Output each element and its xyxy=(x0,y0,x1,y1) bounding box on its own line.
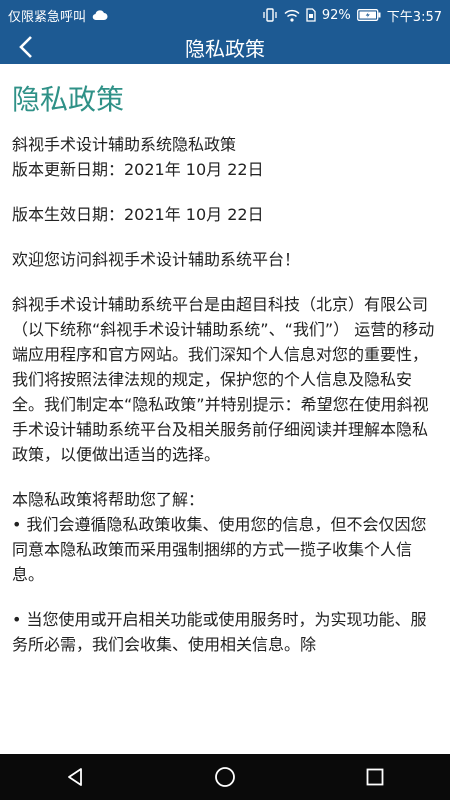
policy-heading: 隐私政策 xyxy=(12,83,125,116)
policy-meta-line1: 斜视手术设计辅助系统隐私政策 xyxy=(12,135,237,154)
battery-text: 92% xyxy=(321,7,351,23)
carrier-text: 仅限紧急呼叫 xyxy=(8,9,87,25)
policy-bullet-1: • 我们会遵循隐私政策收集、使用您的信息，但不会仅因您同意本隐私政策而采用强制捆… xyxy=(12,515,427,584)
sim-icon xyxy=(306,8,316,22)
system-recents-button[interactable] xyxy=(345,754,405,800)
cloud-icon xyxy=(92,9,108,21)
policy-meta-line2: 版本更新日期：2021年 10月 22日 xyxy=(12,160,264,179)
home-circle-icon xyxy=(214,766,236,788)
clock-time: 下午3:57 xyxy=(386,9,442,25)
policy-bullet-2: • 当您使用或开启相关功能或使用服务时，为实现功能、服务所必需，我们会收集、使用… xyxy=(12,610,427,654)
policy-content[interactable]: 隐私政策 斜视手术设计辅助系统隐私政策 版本更新日期：2021年 10月 22日… xyxy=(0,64,450,754)
system-nav-bar xyxy=(0,754,450,800)
policy-intro: 斜视手术设计辅助系统平台是由超目科技（北京）有限公司（以下统称“斜视手术设计辅助… xyxy=(12,295,435,464)
page-title: 隐私政策 xyxy=(185,36,265,61)
status-left: 仅限紧急呼叫 xyxy=(8,6,108,25)
policy-summary-label: 本隐私政策将帮助您了解： xyxy=(12,490,205,509)
vibrate-icon xyxy=(262,8,278,22)
policy-welcome: 欢迎您访问斜视手术设计辅助系统平台！ xyxy=(12,250,301,269)
policy-effective-date: 版本生效日期：2021年 10月 22日 xyxy=(12,205,264,224)
wifi-icon xyxy=(284,9,300,22)
back-triangle-icon xyxy=(65,767,85,787)
battery-icon xyxy=(356,9,381,21)
status-right: 92% 下午3:57 xyxy=(262,6,442,25)
app-header: 隐私政策 xyxy=(0,30,450,64)
system-back-button[interactable] xyxy=(45,754,105,800)
status-bar: 仅限紧急呼叫 92% 下午3:57 xyxy=(0,0,450,30)
system-home-button[interactable] xyxy=(195,754,255,800)
recents-square-icon xyxy=(365,767,385,787)
